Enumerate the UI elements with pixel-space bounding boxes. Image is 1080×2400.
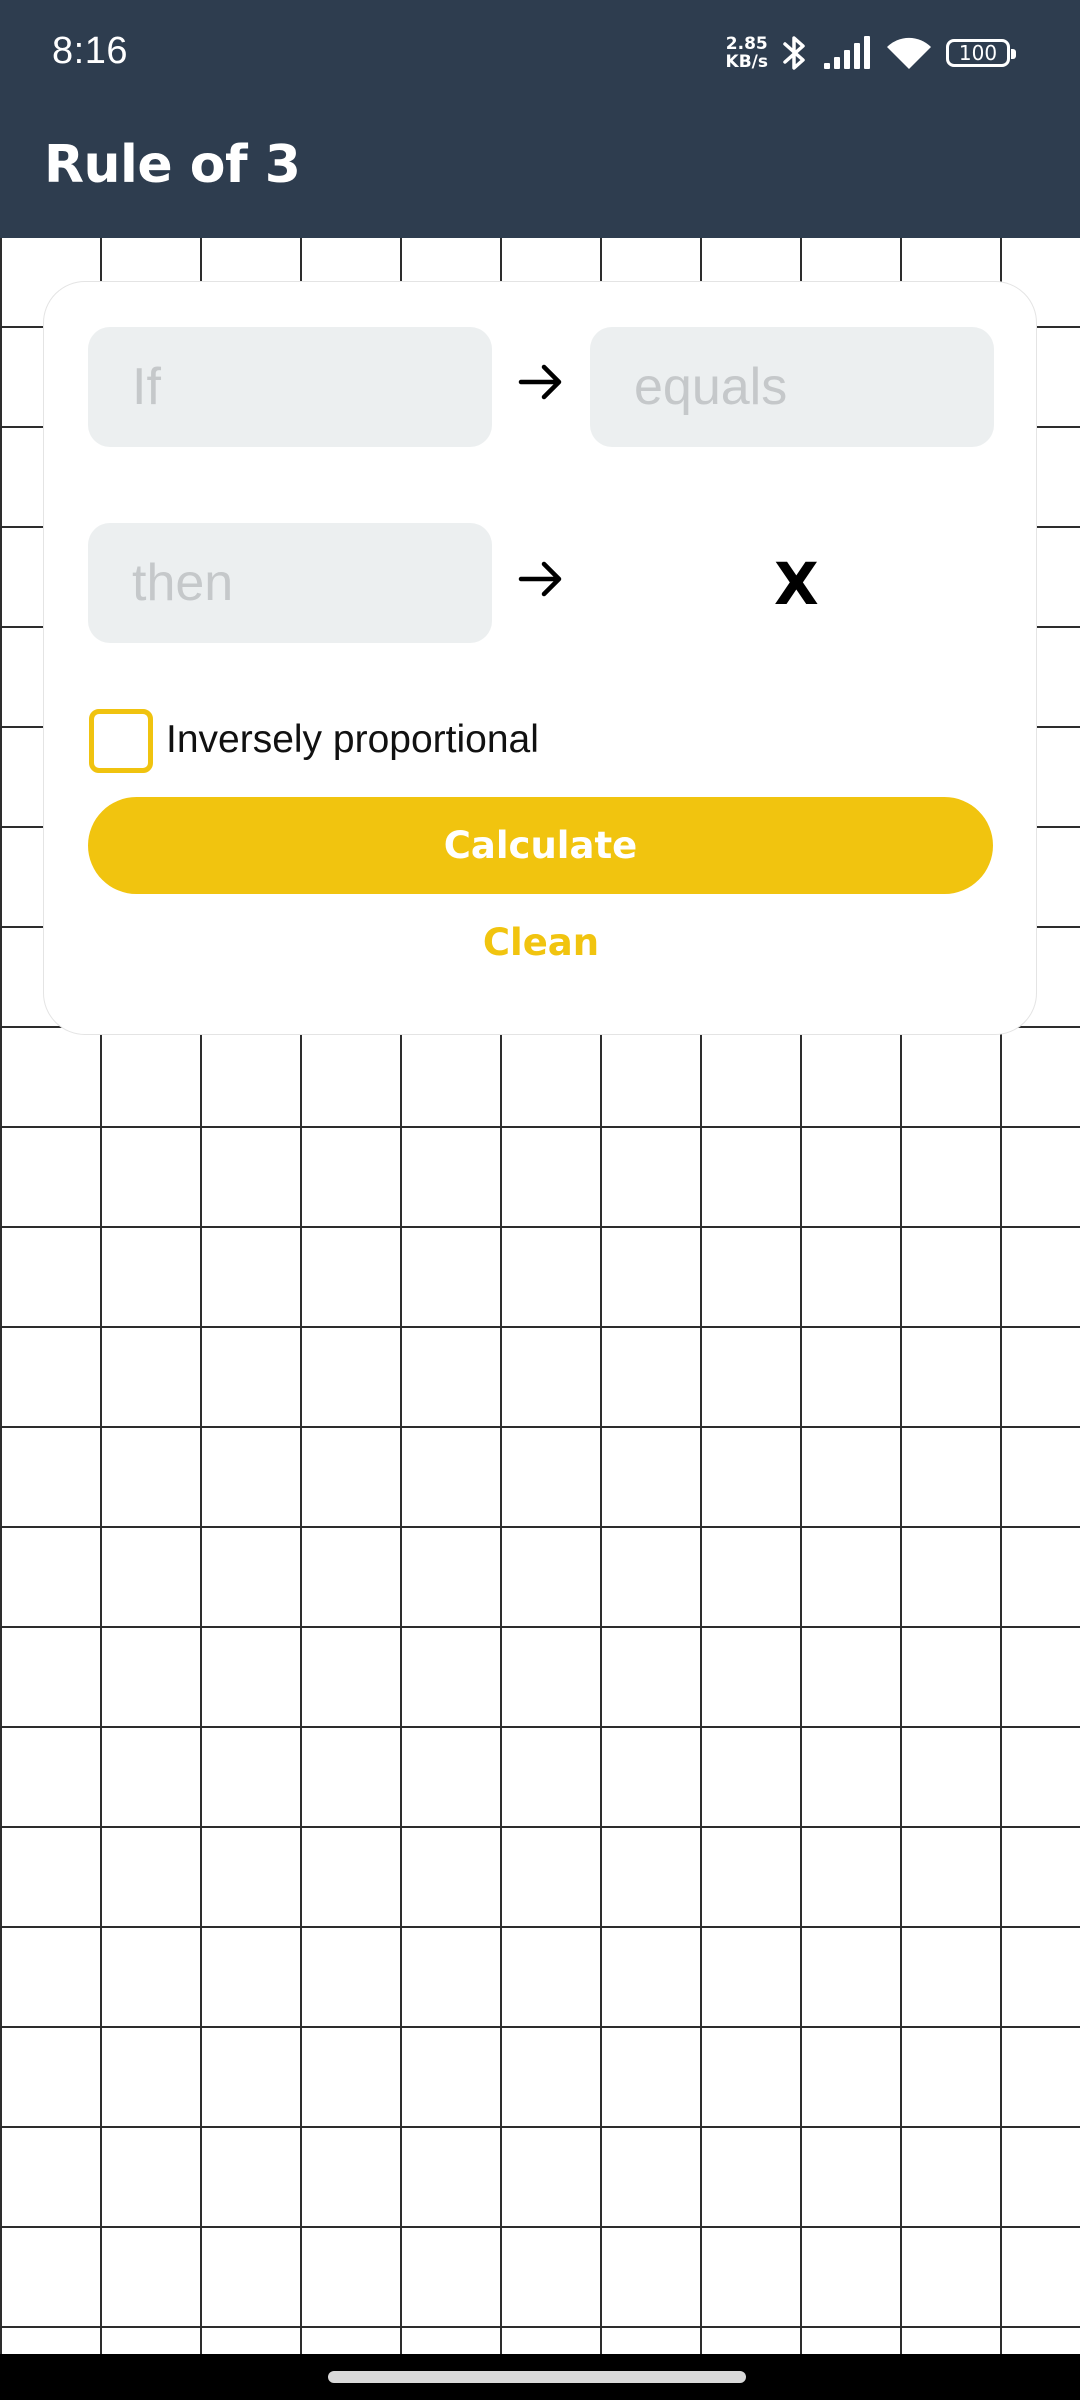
inversely-proportional-label[interactable]: Inversely proportional [166,718,539,762]
arrow-right-icon [516,554,566,604]
rule-of-three-card: X Inversely proportional Calculate Clean [43,281,1037,1035]
arrow-right-icon [516,357,566,407]
unknown-x-label: X [774,550,819,618]
app-bar: Rule of 3 [0,105,1080,238]
signal-icon [822,36,872,70]
calculate-button[interactable]: Calculate [88,797,993,894]
page-title: Rule of 3 [44,135,301,195]
battery-icon: 100 [946,39,1016,67]
battery-level: 100 [958,41,998,65]
status-time: 8:16 [52,30,128,72]
network-speed-unit: KB/s [725,52,768,72]
bluetooth-icon [782,33,808,73]
network-speed-value: 2.85 [725,34,768,54]
network-speed: 2.85 KB/s [726,35,768,71]
status-bar: 8:16 2.85 KB/s 100 [0,0,1080,105]
wifi-icon [886,35,932,71]
status-icons: 2.85 KB/s 100 [726,30,1016,76]
if-input[interactable] [88,327,492,447]
then-input[interactable] [88,523,492,643]
equals-input[interactable] [590,327,994,447]
navigation-bar [0,2354,1080,2400]
home-gesture-handle[interactable] [328,2371,746,2383]
clean-button[interactable]: Clean [441,912,641,972]
inversely-proportional-checkbox[interactable] [89,709,153,773]
